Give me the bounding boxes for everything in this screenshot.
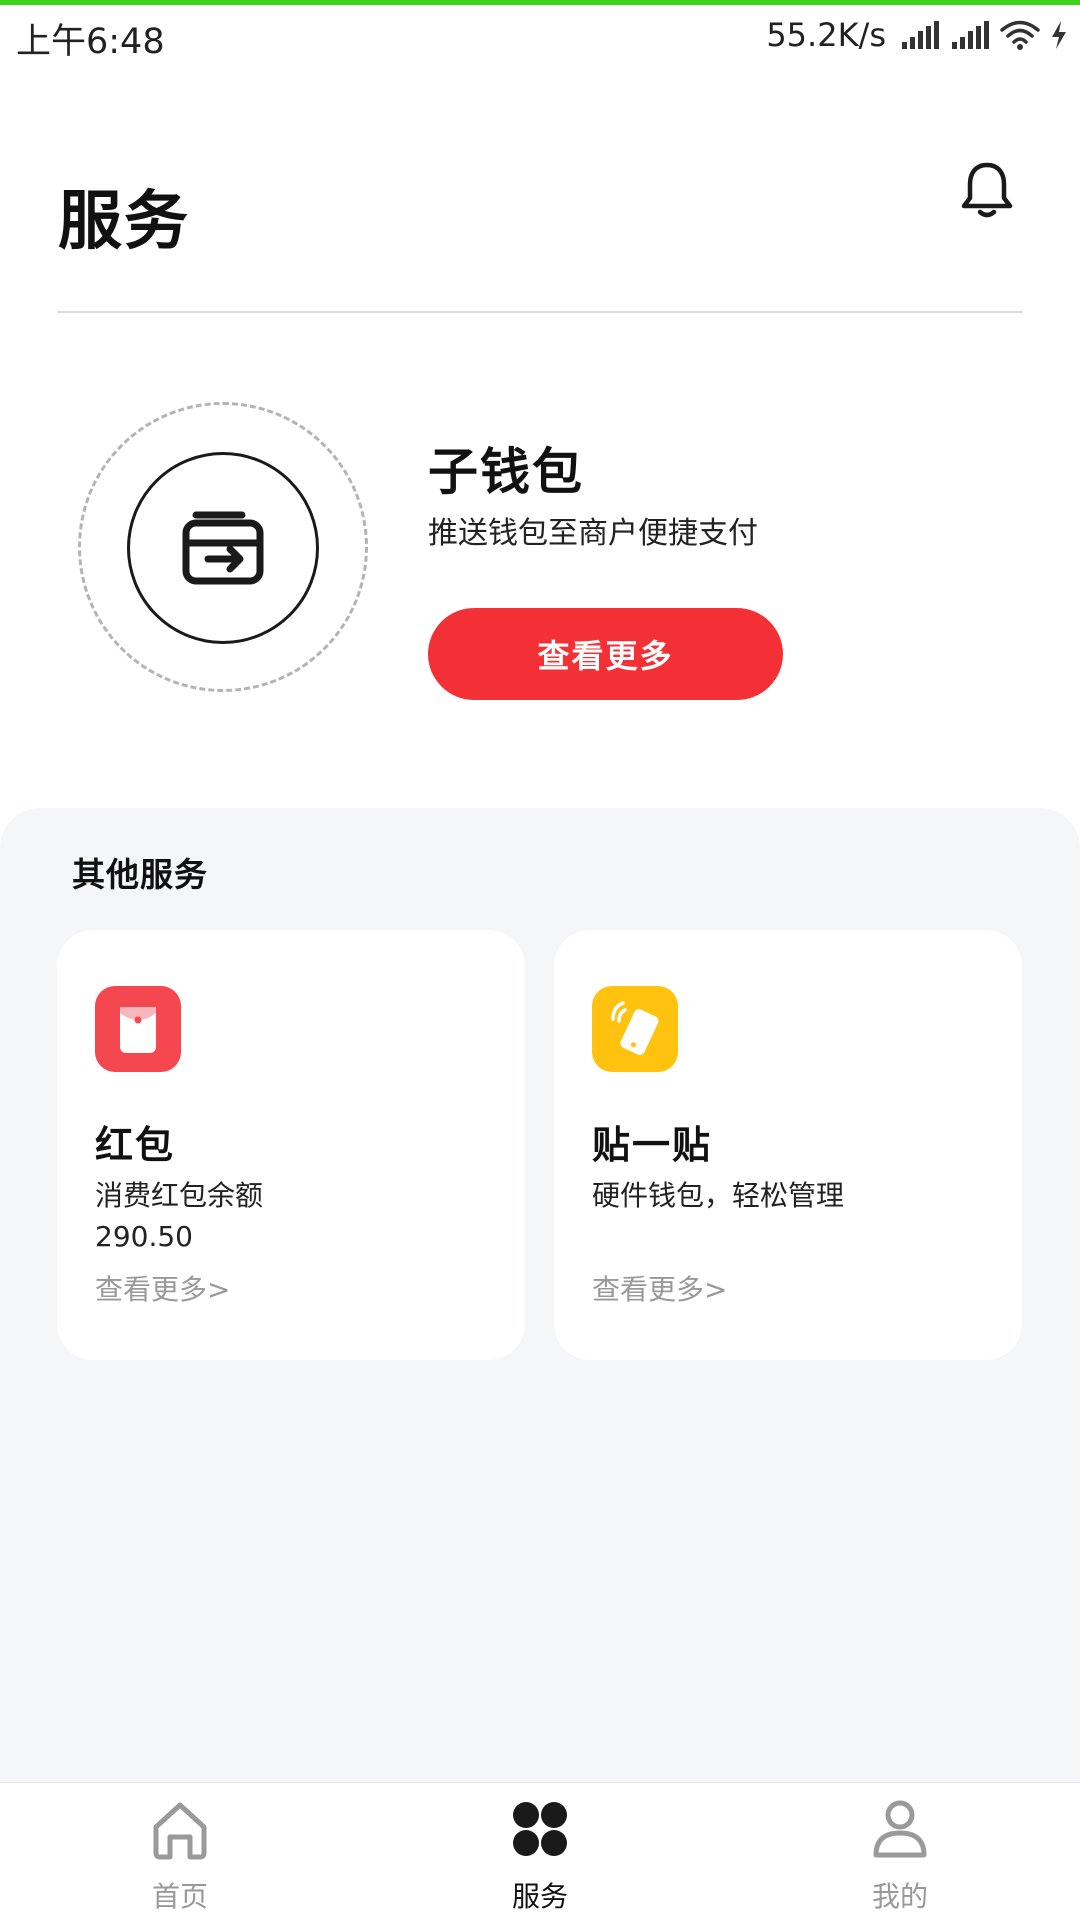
signal-icon bbox=[902, 21, 939, 49]
notification-bell-icon[interactable] bbox=[960, 160, 1014, 220]
red-envelope-title: 红包 bbox=[95, 1123, 176, 1167]
red-envelope-icon bbox=[95, 986, 181, 1072]
home-icon bbox=[153, 1802, 207, 1860]
view-more-button[interactable]: 查看更多 bbox=[428, 608, 783, 700]
profile-icon bbox=[873, 1800, 927, 1858]
status-time: 上午6:48 bbox=[16, 22, 165, 62]
wallet-icon-circle bbox=[127, 452, 319, 644]
other-services-title: 其他服务 bbox=[72, 855, 208, 894]
nav-services[interactable]: 服务 bbox=[440, 1783, 640, 1920]
tap-card[interactable]: 贴一贴 硬件钱包，轻松管理 查看更多> bbox=[554, 930, 1022, 1360]
nav-home-label: 首页 bbox=[151, 1880, 208, 1913]
services-grid-icon bbox=[513, 1802, 567, 1856]
tap-phone-icon bbox=[592, 986, 678, 1072]
network-speed: 55.2K/s bbox=[766, 16, 886, 54]
signal-icon bbox=[952, 21, 989, 49]
page-title: 服务 bbox=[58, 185, 190, 259]
charging-icon bbox=[1052, 21, 1066, 49]
bottom-navigation: 首页 服务 我的 bbox=[0, 1782, 1080, 1920]
status-indicators: 55.2K/s bbox=[766, 13, 1068, 57]
nav-profile[interactable]: 我的 bbox=[800, 1783, 1000, 1920]
header-divider bbox=[57, 311, 1023, 313]
tap-card-view-more-link[interactable]: 查看更多> bbox=[592, 1268, 727, 1308]
tap-card-desc: 硬件钱包，轻松管理 bbox=[592, 1179, 845, 1212]
nav-home[interactable]: 首页 bbox=[80, 1783, 280, 1920]
red-envelope-desc: 消费红包余额 bbox=[95, 1179, 264, 1212]
wifi-icon bbox=[1000, 20, 1040, 50]
nav-services-label: 服务 bbox=[511, 1880, 568, 1913]
red-envelope-view-more-link[interactable]: 查看更多> bbox=[95, 1268, 230, 1308]
red-envelope-balance: 290.50 bbox=[95, 1220, 193, 1253]
sub-wallet-subtitle: 推送钱包至商户便捷支付 bbox=[428, 516, 758, 551]
tap-card-title: 贴一贴 bbox=[592, 1123, 713, 1167]
services-screen: 上午6:48 55.2K/s 服务 子钱包 推送钱包至商户便捷支付 查看更多 其… bbox=[0, 0, 1080, 1920]
wallet-transfer-icon bbox=[182, 511, 264, 585]
nav-profile-label: 我的 bbox=[871, 1880, 928, 1913]
red-envelope-card[interactable]: 红包 消费红包余额 290.50 查看更多> bbox=[57, 930, 525, 1360]
sub-wallet-title: 子钱包 bbox=[428, 443, 584, 501]
status-bar: 上午6:48 55.2K/s bbox=[0, 5, 1080, 65]
